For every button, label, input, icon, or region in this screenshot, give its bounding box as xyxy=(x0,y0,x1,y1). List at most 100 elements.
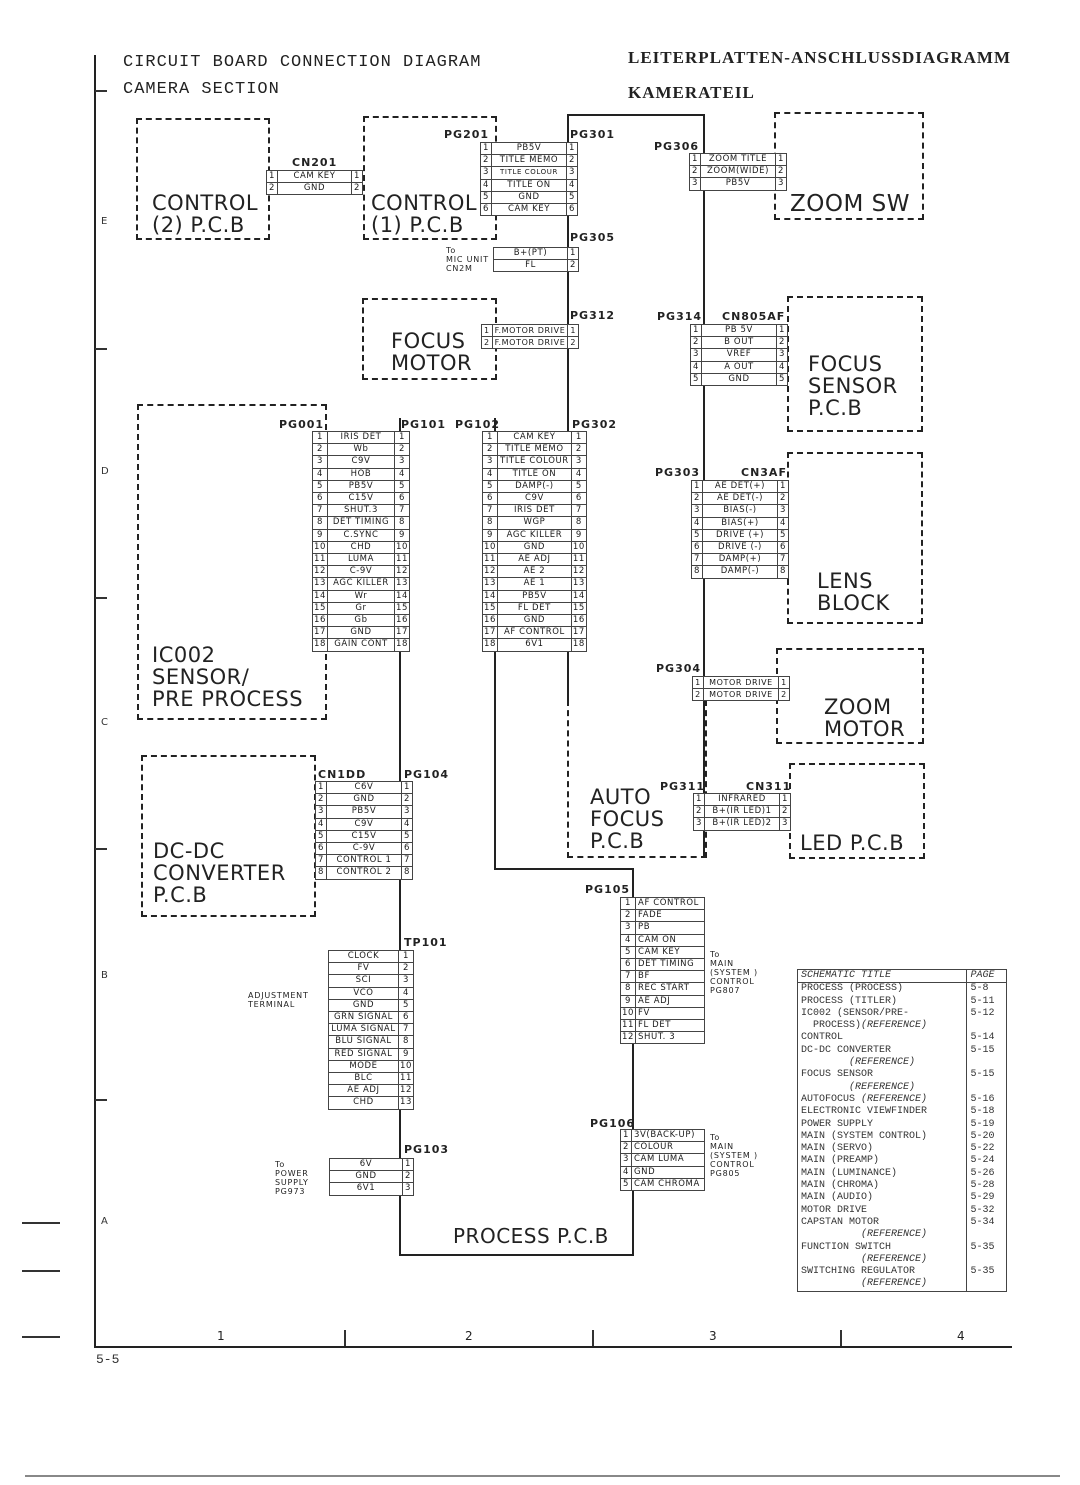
pin-number: 4 xyxy=(620,1165,632,1179)
pin-number: 10 xyxy=(397,1059,415,1074)
reference-tag: (REFERENCE) xyxy=(801,1057,916,1069)
index-row: DC-DC CONVERTER 5-15 xyxy=(798,1044,1007,1058)
index-row: AUTOFOCUS (REFERENCE) 5-16 xyxy=(798,1093,1007,1107)
margin-mark xyxy=(22,1336,60,1338)
note-line: SUPPLY xyxy=(275,1178,309,1187)
index-page: 5-28 xyxy=(966,1180,1007,1193)
pin-signal: FV xyxy=(635,1006,705,1021)
pin-number: 14 xyxy=(481,589,499,603)
pin-number: 7 xyxy=(311,504,329,518)
pin-number: 12 xyxy=(397,1084,415,1098)
pin-signal: DAMP(+) xyxy=(702,553,778,567)
pin-number: 2 xyxy=(401,793,413,807)
pin-row: 3 BIAS(-) 3 xyxy=(691,504,789,518)
pin-signal: B+(IR LED)2 xyxy=(704,817,780,831)
pin-number: 5 xyxy=(691,528,703,543)
pin-number: 18 xyxy=(570,638,587,652)
pin-row: 4 TITLE ON 4 xyxy=(480,178,578,192)
pin-signal: IRIS DET xyxy=(497,504,572,518)
index-page: 5-8 xyxy=(966,982,1007,996)
index-row: MAIN (PREAMP) 5-24 xyxy=(798,1155,1007,1168)
pin-signal: CAM LUMA xyxy=(631,1153,705,1167)
adjustment-terminal-note: ADJUSTMENT TERMINAL xyxy=(248,991,309,1009)
index-row: POWER SUPPLY 5-19 xyxy=(798,1118,1007,1131)
grid-tick xyxy=(95,348,107,350)
pin-number: 1 xyxy=(397,949,415,964)
pin-row: 13 AE 1 13 xyxy=(481,577,587,591)
pin-number: 7 xyxy=(315,854,327,868)
pin-row: CLOCK 1 xyxy=(328,949,415,964)
pin-signal: PB5V xyxy=(497,589,572,603)
pin-row: 1 MOTOR DRIVE 1 xyxy=(692,675,790,690)
tp101-pin-table: CLOCK 1 FV 2 SCI 3 VCO 4 GND 5 GRN SIGNAL 6 LUMA SIG… xyxy=(328,949,415,1110)
index-page xyxy=(966,1253,1007,1267)
pin-number: 10 xyxy=(619,1006,637,1021)
pin-signal: CAM CHROMA xyxy=(631,1177,705,1192)
pin-row: GND 2 xyxy=(329,1170,414,1184)
board-label-line: BLOCK xyxy=(817,591,890,615)
pin-signal: CHD xyxy=(327,540,395,555)
index-row: ELECTRONIC VIEWFINDER 5-18 xyxy=(798,1106,1007,1119)
note-line: PG973 xyxy=(275,1187,306,1196)
margin-mark xyxy=(22,1222,60,1224)
pin-number: 5 xyxy=(777,528,789,543)
index-row: MAIN (AUDIO) 5-29 xyxy=(798,1192,1007,1205)
pin-row: 8 WGP 8 xyxy=(481,516,587,530)
note-line: To xyxy=(710,950,721,959)
pin-number: 6 xyxy=(401,842,413,856)
pin-row: 12 SHUT. 3 xyxy=(619,1031,705,1045)
note-line: ADJUSTMENT xyxy=(248,991,309,1000)
pin-number: 1 xyxy=(619,896,637,911)
grid-tick xyxy=(840,1330,842,1346)
index-title: MAIN (LUMINANCE) xyxy=(798,1168,967,1180)
pin-row: 2 GND 2 xyxy=(266,182,363,196)
focus-motor-label: FOCUS MOTOR xyxy=(391,330,472,374)
index-title: (REFERENCE) xyxy=(798,1278,967,1291)
pin-row: 1 CAM KEY 1 xyxy=(266,169,363,184)
ic002-sensor-pre-process-label: IC002 SENSOR/PRE PROCESS xyxy=(152,644,303,710)
index-page: 5-35 xyxy=(966,1241,1007,1254)
reference-tag: (REFERENCE) xyxy=(861,1093,928,1105)
note-line: (SYSTEM ) xyxy=(710,968,758,977)
pin-row: SCI 3 xyxy=(328,974,415,988)
pin-row: 2 COLOUR xyxy=(620,1141,705,1155)
pin-signal: AE 1 xyxy=(497,577,572,591)
cn805af-pin-table: 1 PB 5V 1 2B OUT 2 3 VREF 3 4A OUT 4 5 GND 5 xyxy=(690,323,788,387)
pin-row: AE ADJ 12 xyxy=(328,1084,415,1098)
pin-row: 11 FL DET xyxy=(619,1019,705,1033)
pin-row: 17 AF CONTROL 17 xyxy=(481,626,587,640)
pin-row: 1 C6V 1 xyxy=(315,780,413,795)
pin-number: 3 xyxy=(620,1153,632,1167)
pin-signal: LUMA xyxy=(327,553,395,567)
title-english: CIRCUIT BOARD CONNECTION DIAGRAM xyxy=(123,53,482,72)
board-label-line: CONTROL xyxy=(371,191,478,215)
pg103-pin-table: 6V 1 GND 2 6V1 3 xyxy=(329,1157,414,1196)
pin-row: 12 C-9V 12 xyxy=(311,565,411,579)
pin-number: 5 xyxy=(401,829,413,844)
pin-number: 13 xyxy=(570,577,587,591)
pin-number: 8 xyxy=(315,866,327,880)
index-row: MAIN (LUMINANCE) 5-26 xyxy=(798,1167,1007,1181)
index-row: MAIN (SYSTEM CONTROL) 5-20 xyxy=(798,1130,1007,1144)
pin-number: 14 xyxy=(570,589,587,603)
reference-tag: (REFERENCE) xyxy=(801,1253,928,1265)
pin-number: 16 xyxy=(393,614,411,628)
pin-signal: FL DET xyxy=(497,601,572,616)
pin-number: 5 xyxy=(397,998,415,1013)
pin-signal: TITLE ON xyxy=(491,178,567,192)
pin-row: 6 C-9V 6 xyxy=(315,842,413,856)
pin-signal: GND xyxy=(491,190,567,205)
index-row: (REFERENCE) xyxy=(798,1229,1007,1242)
note-line: To xyxy=(446,246,457,255)
index-title: (REFERENCE) xyxy=(798,1057,967,1069)
pin-number: 4 xyxy=(397,986,415,1000)
pin-row: 16 GND 16 xyxy=(481,614,587,628)
cn311-label: CN311 xyxy=(746,780,792,793)
index-page xyxy=(966,1081,1007,1094)
pin-signal: FADE xyxy=(635,909,705,923)
pin-signal: AE 2 xyxy=(497,565,572,579)
pin-number: 17 xyxy=(311,626,329,640)
pin-number: 1 xyxy=(315,780,327,795)
index-page: 5-15 xyxy=(966,1069,1007,1082)
pin-number: 6 xyxy=(570,492,587,506)
